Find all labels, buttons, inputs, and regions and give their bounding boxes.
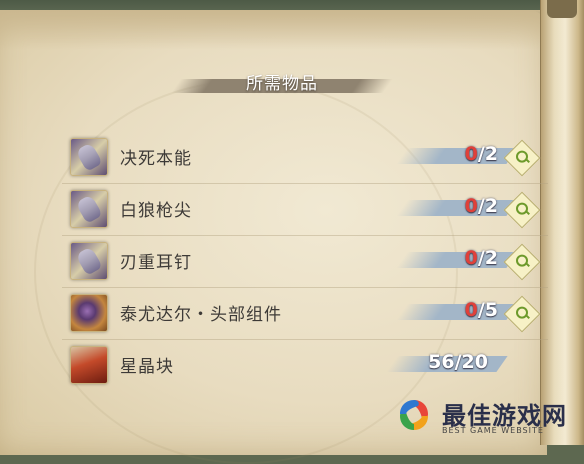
section-title-bar: 所需物品 [171, 67, 393, 95]
item-count: 0/2 [396, 195, 518, 219]
star-crystal-ore-icon[interactable] [70, 346, 108, 384]
item-count: 0/5 [396, 299, 518, 323]
watermark-subtitle: BEST GAME WEBSITE [442, 426, 544, 435]
required-items-list: 决死本能 0/2 白狼枪尖 0/2 刃重耳钉 0/2 泰尤达尔・头部组件 0/5 [62, 132, 548, 391]
item-name: 刃重耳钉 [120, 253, 192, 273]
item-need: 5 [484, 299, 498, 321]
item-row-3[interactable]: 泰尤达尔・头部组件 0/5 [62, 288, 548, 340]
item-have: 0 [464, 143, 478, 165]
item-need: 20 [461, 351, 488, 373]
item-have: 56 [428, 351, 455, 373]
magnifier-icon [516, 203, 528, 215]
item-count: 56/20 [386, 351, 508, 375]
item-name: 决死本能 [120, 149, 192, 169]
item-row-0[interactable]: 决死本能 0/2 [62, 132, 548, 184]
item-have: 0 [464, 247, 478, 269]
item-need: 2 [484, 143, 498, 165]
item-have: 0 [464, 299, 478, 321]
magnifier-icon [516, 255, 528, 267]
section-title: 所需物品 [246, 74, 318, 94]
item-name: 星晶块 [120, 357, 174, 377]
relic-orb-icon[interactable] [70, 294, 108, 332]
magnifier-icon [516, 307, 528, 319]
relic-earring-icon[interactable] [70, 242, 108, 280]
item-have: 0 [464, 195, 478, 217]
relic-spear-icon[interactable] [70, 190, 108, 228]
item-count: 0/2 [396, 143, 518, 167]
item-need: 2 [484, 247, 498, 269]
relic-purple-icon[interactable] [70, 138, 108, 176]
item-row-2[interactable]: 刃重耳钉 0/2 [62, 236, 548, 288]
item-need: 2 [484, 195, 498, 217]
item-name: 白狼枪尖 [120, 201, 192, 221]
item-row-4[interactable]: 星晶块 56/20 [62, 340, 548, 391]
item-row-1[interactable]: 白狼枪尖 0/2 [62, 184, 548, 236]
watermark-logo-icon [400, 400, 428, 430]
site-watermark: 最佳游戏网 BEST GAME WEBSITE [392, 394, 582, 444]
item-count: 0/2 [396, 247, 518, 271]
item-name: 泰尤达尔・头部组件 [120, 305, 282, 325]
magnifier-icon [516, 151, 528, 163]
